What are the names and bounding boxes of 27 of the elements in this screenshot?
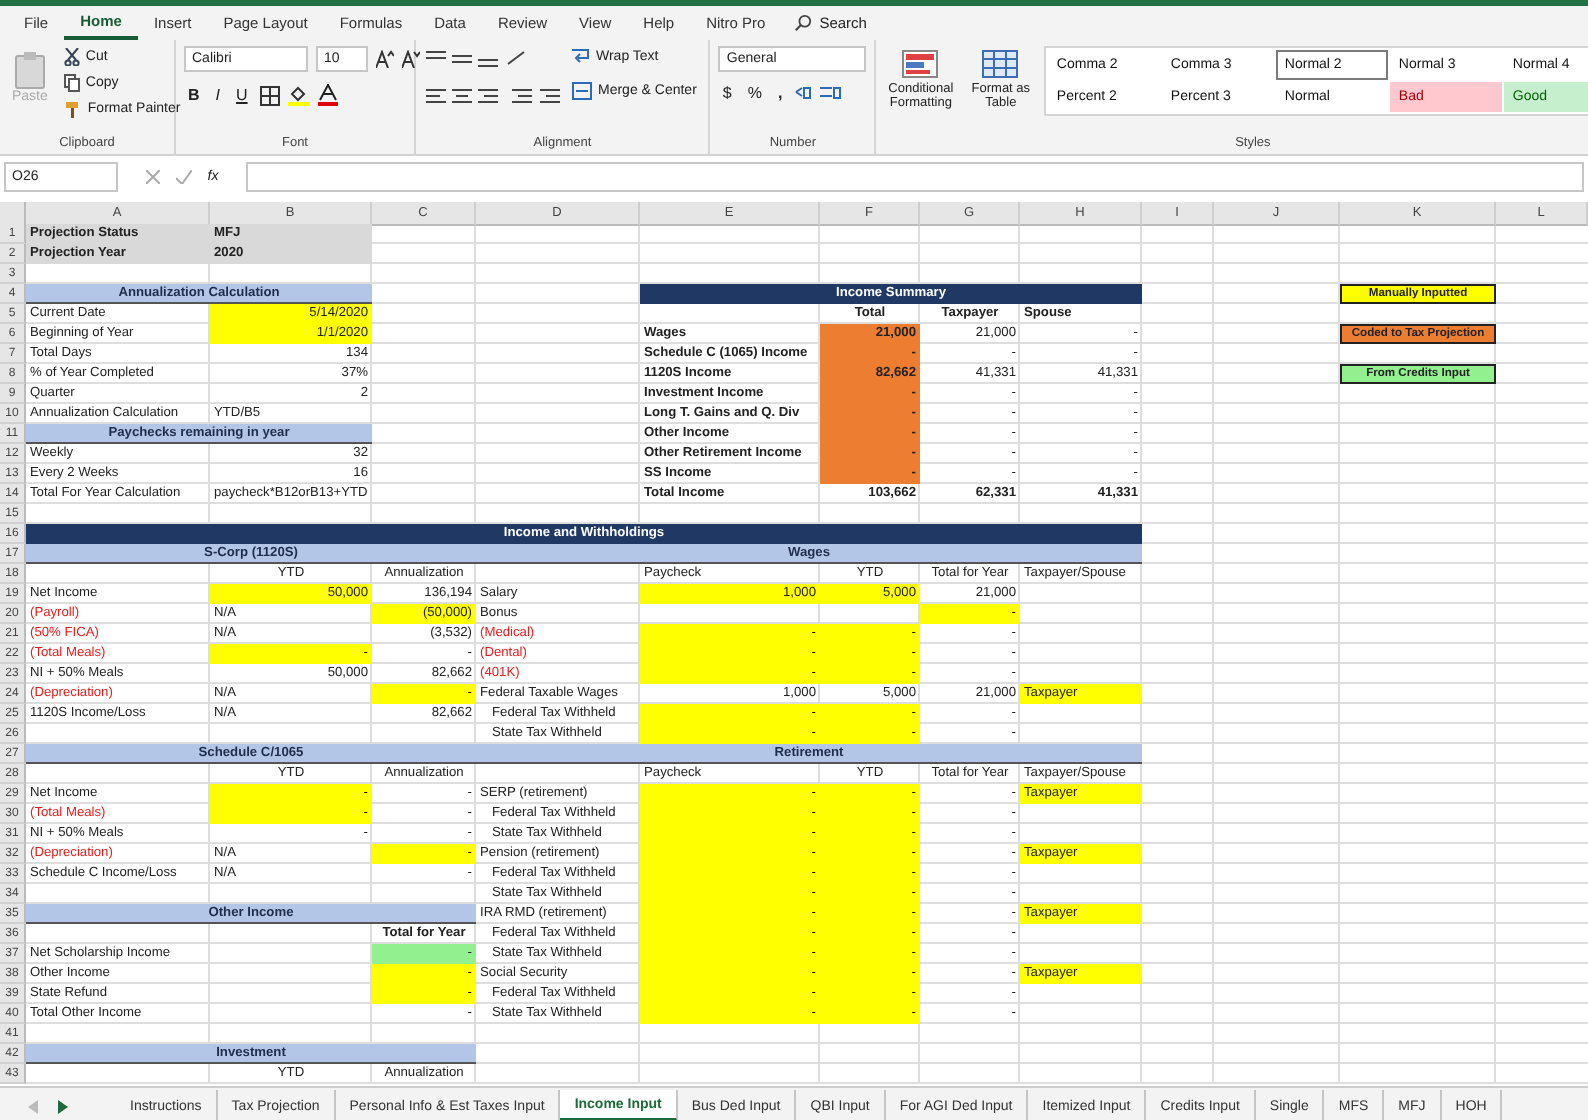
currency-button[interactable]: $ <box>718 84 736 102</box>
decimal-places-icon <box>794 84 843 102</box>
clipboard-icon <box>13 50 46 90</box>
comma-style-button[interactable]: , <box>774 84 787 102</box>
underline-button[interactable]: U <box>232 86 252 104</box>
formula-input[interactable] <box>246 161 1584 191</box>
align-left-icon <box>424 88 560 106</box>
scroll-left-icon[interactable] <box>28 1099 40 1113</box>
shrink-font-icon <box>402 50 420 68</box>
italic-button[interactable]: I <box>211 86 225 104</box>
wrap-icon <box>572 48 590 66</box>
percent-button[interactable]: % <box>743 84 766 102</box>
fill-bucket-icon <box>287 84 310 106</box>
borders-icon <box>259 85 280 105</box>
copy-icon <box>63 74 80 92</box>
check-icon <box>175 169 192 183</box>
bold-button[interactable]: B <box>184 86 204 104</box>
paintbrush-icon <box>63 100 82 118</box>
scroll-right-icon[interactable] <box>56 1099 68 1113</box>
conditional-formatting-icon <box>902 50 939 78</box>
grow-font-icon <box>376 50 394 68</box>
scissors-icon <box>63 48 80 66</box>
table-icon <box>982 50 1019 78</box>
search-icon <box>793 14 812 32</box>
cancel-icon <box>145 169 160 183</box>
font-color-icon <box>317 84 338 106</box>
merge-icon <box>572 82 592 100</box>
